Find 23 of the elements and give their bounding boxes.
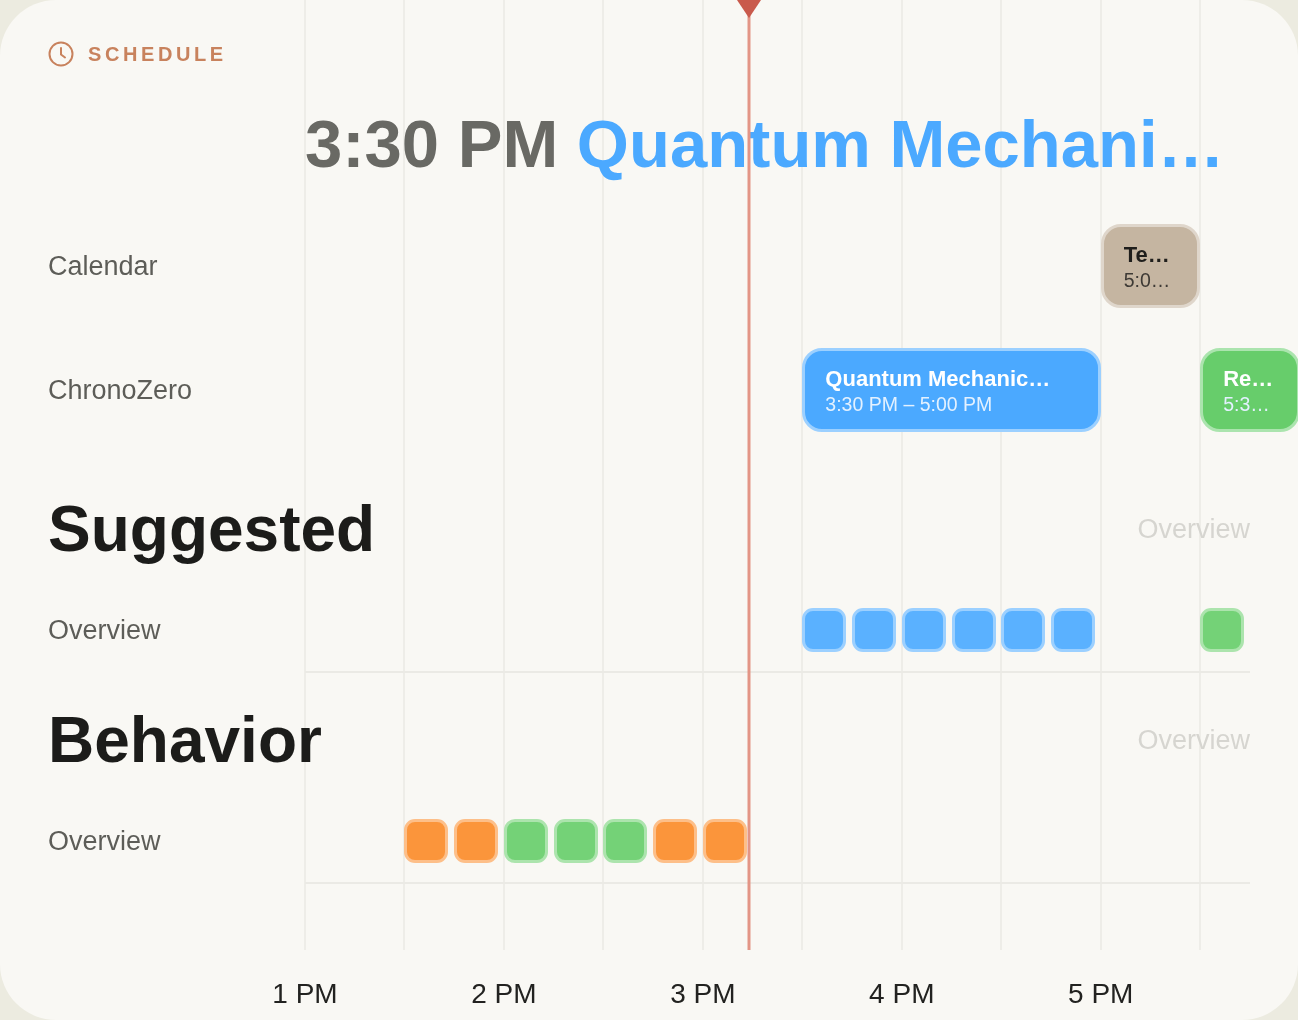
section-title: Behavior — [48, 703, 322, 778]
row-label: Overview — [48, 825, 162, 858]
event-time: 3:30 PM – 5:00 PM — [825, 391, 994, 416]
hour-label: 2 PM — [471, 978, 537, 1009]
event-time: 5:0… — [1123, 267, 1172, 292]
current-event-time: 3:30 PM — [305, 106, 559, 181]
event-title: Re… — [1223, 364, 1275, 392]
event-title: Te… — [1123, 240, 1171, 268]
row-label: Overview — [48, 614, 162, 647]
event-title: Quantum Mechanic… — [825, 364, 1052, 392]
event-card[interactable]: Te… 5:0… — [1100, 224, 1201, 308]
hour-label: 3 PM — [670, 978, 736, 1009]
clock-icon — [48, 41, 74, 67]
schedule-label: SCHEDULE — [88, 42, 227, 67]
event-card[interactable]: Quantum Mechanic… 3:30 PM – 5:00 PM — [802, 348, 1101, 432]
hour-label: 5 PM — [1068, 978, 1134, 1009]
event-time: 5:3… — [1223, 391, 1271, 416]
calendar-label: Calendar — [48, 250, 159, 282]
hour-label: 1 PM — [272, 978, 338, 1009]
hour-label: 4 PM — [869, 978, 935, 1009]
event-card[interactable]: Re… 5:3… — [1200, 348, 1298, 432]
calendar-label: ChronoZero — [48, 374, 194, 406]
section-title: Suggested — [48, 492, 376, 567]
